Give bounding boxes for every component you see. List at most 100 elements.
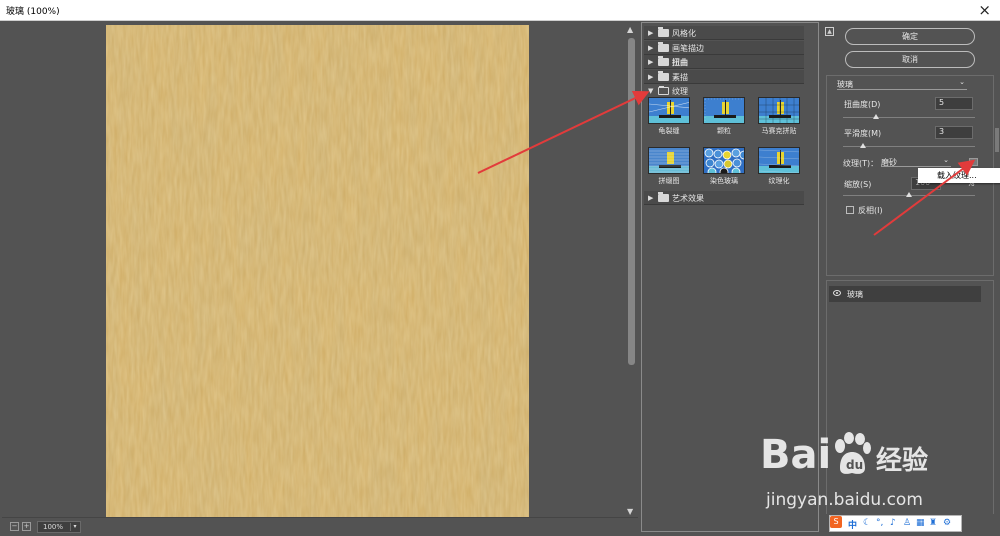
distortion-input[interactable]: 5: [935, 97, 973, 110]
filter-settings: 玻璃 ⌄ 扭曲度(D) 5 平滑度(M) 3 纹理(T)： 磨砂 ⌄ 载入纹理.…: [826, 75, 1000, 276]
load-texture-menu-item[interactable]: 载入纹理...: [918, 168, 1000, 183]
category-sketch[interactable]: ▶ 素描: [644, 70, 804, 84]
thumb-label: 颗粒: [717, 127, 731, 135]
thumbnail-image: [703, 97, 745, 124]
zoom-out-button[interactable]: −: [10, 522, 19, 531]
folder-icon: [658, 42, 669, 52]
folder-icon: [658, 71, 669, 81]
collapse-panel-icon[interactable]: ▲: [825, 27, 834, 36]
thumb-label: 纹理化: [768, 177, 790, 185]
expand-arrow-icon: ▶: [648, 44, 654, 52]
filter-thumb-grain[interactable]: 颗粒: [703, 97, 747, 141]
window-title: 玻璃 (100%): [6, 7, 60, 17]
category-label: 扭曲: [672, 58, 688, 67]
expand-arrow-icon: ▶: [648, 29, 654, 37]
slider-knob[interactable]: [906, 192, 912, 197]
glass-texture-image: [106, 25, 529, 519]
keyboard-icon[interactable]: ▦: [916, 518, 925, 528]
filter-select-value: 玻璃: [837, 80, 853, 89]
zoom-value: 100%: [43, 523, 64, 531]
scaling-label: 缩放(S): [844, 180, 872, 189]
watermark-brand-suffix: 经验: [876, 446, 929, 476]
folder-icon: [658, 56, 669, 66]
user-icon[interactable]: ♙: [903, 518, 911, 528]
effect-layer-row[interactable]: 玻璃: [829, 286, 981, 302]
filter-thumb-texturizer[interactable]: 纹理化: [758, 147, 802, 191]
distortion-slider[interactable]: [843, 114, 975, 119]
baidu-watermark: Bai du 经验 jingyan.baidu.com: [760, 432, 960, 522]
scroll-down-icon[interactable]: ▼: [627, 507, 633, 516]
smoothness-slider[interactable]: [843, 143, 975, 148]
category-stylize[interactable]: ▶ 风格化: [644, 26, 804, 40]
category-distort[interactable]: ▶ 扭曲: [644, 55, 804, 69]
category-label: 画笔描边: [672, 44, 704, 53]
texture-menu-button[interactable]: [969, 158, 978, 166]
thumb-label: 马赛克拼贴: [761, 127, 797, 135]
smoothness-input[interactable]: 3: [935, 126, 973, 139]
folder-icon: [658, 27, 669, 37]
slider-knob[interactable]: [859, 143, 866, 148]
thumb-label: 染色玻璃: [710, 177, 738, 185]
cancel-button[interactable]: 取消: [845, 51, 975, 68]
thumbnail-image: [648, 147, 690, 174]
thumb-label: 拼缀图: [658, 177, 680, 185]
texture-select[interactable]: 磨砂 ⌄: [881, 156, 951, 167]
watermark-brand: Bai: [760, 432, 832, 478]
category-brush-strokes[interactable]: ▶ 画笔描边: [644, 41, 804, 55]
window-title-bar: 玻璃 (100%) ×: [0, 0, 1000, 21]
eye-icon[interactable]: [833, 290, 841, 296]
scaling-slider[interactable]: [843, 192, 975, 197]
chevron-down-icon: ⌄: [943, 156, 949, 164]
texture-thumbnails: 龟裂缝 颗粒 马赛克拼贴 拼缀图 染色玻璃 纹理化: [648, 97, 808, 197]
texture-select-value: 磨砂: [881, 158, 897, 167]
effect-layer-label: 玻璃: [847, 290, 863, 299]
category-label: 风格化: [672, 29, 696, 38]
distortion-label: 扭曲度(D): [844, 100, 881, 109]
punctuation-icon[interactable]: °,: [876, 518, 883, 528]
moon-icon[interactable]: ☾: [863, 518, 871, 528]
sogou-logo-icon[interactable]: S: [830, 516, 842, 528]
ime-mode[interactable]: 中: [848, 518, 857, 531]
filter-select[interactable]: 玻璃 ⌄: [837, 78, 967, 90]
filter-thumb-patchwork[interactable]: 拼缀图: [648, 147, 692, 191]
collapse-arrow-icon: ▼: [648, 87, 654, 95]
open-folder-icon: [658, 86, 669, 95]
category-texture[interactable]: ▼ 纹理: [644, 84, 804, 98]
scroll-thumb[interactable]: [628, 38, 635, 365]
preview-canvas[interactable]: [106, 25, 529, 519]
zoom-in-button[interactable]: +: [22, 522, 31, 531]
category-label: 纹理: [672, 87, 688, 96]
thumb-label: 龟裂缝: [658, 127, 680, 135]
ok-button[interactable]: 确定: [845, 28, 975, 45]
smoothness-label: 平滑度(M): [844, 129, 882, 138]
filter-thumb-mosaic-tiles[interactable]: 马赛克拼贴: [758, 97, 802, 141]
expand-arrow-icon: ▶: [648, 194, 654, 202]
shirt-icon[interactable]: ♜: [929, 518, 937, 528]
paw-logo-icon: du: [835, 432, 871, 474]
zoom-bar: − + 100% ▾: [2, 517, 638, 536]
expand-arrow-icon: ▶: [648, 58, 654, 66]
close-icon[interactable]: ×: [978, 1, 991, 19]
folder-icon: [658, 192, 669, 202]
settings-icon[interactable]: ⚙: [943, 518, 951, 528]
filter-thumb-stained-glass[interactable]: 染色玻璃: [703, 147, 747, 191]
category-artistic[interactable]: ▶ 艺术效果: [644, 191, 804, 205]
thumbnail-image: [648, 97, 690, 124]
filter-thumb-craquelure[interactable]: 龟裂缝: [648, 97, 692, 141]
ime-toolbar[interactable]: S 中 ☾ °, ♪ ♙ ▦ ♜ ⚙: [829, 515, 962, 532]
invert-checkbox[interactable]: [846, 206, 854, 214]
invert-label: 反相(I): [858, 206, 883, 215]
panel-scrollbar[interactable]: [995, 128, 999, 152]
slider-knob[interactable]: [873, 114, 879, 119]
microphone-icon[interactable]: ♪: [890, 518, 896, 528]
preview-area[interactable]: [2, 21, 638, 519]
zoom-select[interactable]: 100% ▾: [37, 521, 81, 533]
chevron-down-icon: ⌄: [959, 78, 965, 86]
category-label: 艺术效果: [672, 194, 704, 203]
thumbnail-image: [758, 147, 800, 174]
preview-scrollbar[interactable]: ▲ ▼: [625, 25, 637, 517]
svg-text:du: du: [846, 458, 863, 472]
watermark-url: jingyan.baidu.com: [766, 490, 923, 510]
expand-arrow-icon: ▶: [648, 73, 654, 81]
scroll-up-icon[interactable]: ▲: [627, 25, 633, 34]
